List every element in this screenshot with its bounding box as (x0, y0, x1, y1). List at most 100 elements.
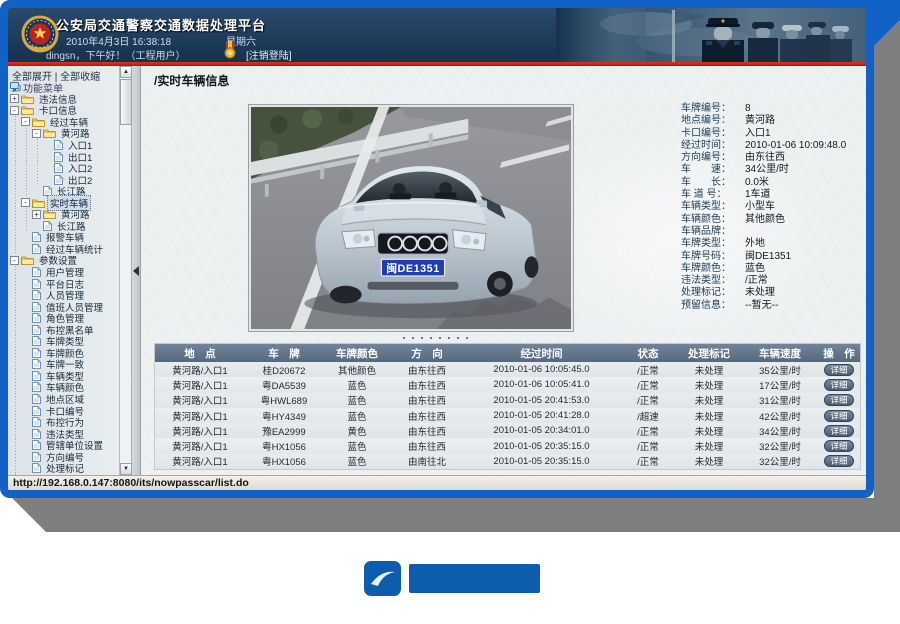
detail-label: 车牌编号： (681, 103, 745, 115)
detail-row: 处理标记：未处理 (681, 287, 869, 299)
detail-row: 车 道 号：1车道 (681, 189, 869, 201)
tree-toggle-icon[interactable]: - (10, 106, 19, 115)
detail-row: 预留信息：--暂无-- (681, 300, 869, 312)
detail-button[interactable]: 详细 (824, 410, 854, 422)
table-header-cell: 地 点 (155, 346, 245, 361)
vehicle-photo-image: 闽DE1351 (251, 107, 571, 329)
table-row: 黄河路/入口1粤HX1056蓝色由东往西2010-01-05 20:35:15.… (155, 438, 860, 453)
table-cell: 由东往西 (391, 409, 463, 423)
tree-indent (10, 139, 21, 151)
table-cell: 32公里/时 (742, 454, 818, 468)
table-header-cell: 处理标记 (676, 346, 742, 361)
table-cell: 34公里/时 (742, 424, 818, 438)
tree-indent (32, 174, 43, 186)
watermark-logo-bar (409, 564, 540, 593)
table-cell: /正常 (620, 393, 676, 407)
table-cell: /超速 (620, 409, 676, 423)
tree-toggle-icon[interactable]: - (21, 198, 30, 207)
main-panel: /实时车辆信息 (141, 66, 866, 475)
sidebar-scrollbar[interactable]: ▲ ▼ (119, 66, 131, 475)
page-icon (32, 452, 41, 462)
detail-button[interactable]: 详细 (824, 440, 854, 452)
tree-indent (10, 463, 21, 475)
logout-link[interactable]: [注销登陆] (246, 47, 292, 62)
tree-item[interactable]: -黄河路 (10, 128, 118, 140)
detail-value: 其他颜色 (745, 214, 785, 226)
table-cell: 粤HY4349 (245, 409, 323, 423)
panel-splitter[interactable] (132, 66, 141, 475)
tree-indent (10, 312, 21, 324)
detail-label: 地点编号： (681, 115, 745, 127)
table-cell: 42公里/时 (742, 409, 818, 423)
detail-button[interactable]: 详细 (824, 379, 854, 391)
collapse-all-link[interactable]: 全部收缩 (60, 72, 100, 83)
detail-row: 车牌颜色：蓝色 (681, 263, 869, 275)
pagination-dots (403, 337, 468, 339)
tree-item[interactable]: 入口2 (10, 162, 118, 174)
table-cell: 粤HWL689 (245, 393, 323, 407)
detail-label: 车 速： (681, 164, 745, 176)
tree-indent (10, 393, 21, 405)
watermark-logo-icon (363, 560, 402, 597)
table-cell: 黄河路/入口1 (155, 454, 245, 468)
scrollbar-thumb[interactable] (120, 79, 132, 125)
detail-value: 小型车 (745, 201, 775, 213)
table-cell: 2010-01-05 20:41:28.0 (463, 410, 620, 421)
page-icon (32, 325, 41, 335)
page-icon (32, 232, 41, 242)
medal-icon (224, 41, 236, 59)
tree-toggle-icon[interactable]: + (10, 94, 19, 103)
table-header-cell: 方 向 (391, 346, 463, 361)
scroll-down-icon[interactable]: ▼ (120, 463, 132, 475)
tree-indent (21, 220, 32, 232)
pagination-dot (430, 337, 432, 339)
scroll-up-icon[interactable]: ▲ (120, 66, 132, 78)
page-icon (32, 302, 41, 312)
tree-indent (21, 151, 32, 163)
page-icon (54, 140, 63, 150)
detail-row: 卡口编号：入口1 (681, 128, 869, 140)
detail-label: 车牌颜色： (681, 263, 745, 275)
detail-button[interactable]: 详细 (824, 425, 854, 437)
table-cell: 由东往西 (391, 378, 463, 392)
tree-toggle-icon[interactable]: - (10, 256, 19, 265)
page-icon (32, 417, 41, 427)
collapse-left-icon[interactable] (133, 266, 139, 276)
table-cell: 31公里/时 (742, 393, 818, 407)
detail-value: 由东往西 (745, 152, 785, 164)
table-cell: 黄河路/入口1 (155, 378, 245, 392)
detail-value: 黄河路 (745, 115, 775, 127)
pagination-dot (421, 337, 423, 339)
table-row: 黄河路/入口1粤HX1056蓝色由南往北2010-01-05 20:35:15.… (155, 454, 860, 469)
table-cell: 由东往西 (391, 393, 463, 407)
table-cell: 未处理 (676, 424, 742, 438)
detail-value: 8 (745, 103, 751, 115)
status-url: http://192.168.0.147:8080/its/nowpasscar… (13, 477, 249, 489)
table-cell: 2010-01-05 20:35:15.0 (463, 441, 620, 452)
detail-row: 车辆颜色：其他颜色 (681, 214, 869, 226)
tree-toggle-icon[interactable]: - (21, 117, 30, 126)
vehicle-detail-panel: 车牌编号：8地点编号：黄河路卡口编号：入口1经过时间：2010-01-06 10… (681, 103, 869, 312)
tree-indent (10, 428, 21, 440)
tree-toggle-icon[interactable]: + (32, 210, 41, 219)
table-cell: 粤HX1056 (245, 439, 323, 453)
sidebar-tree: 全部展开 | 全部收缩 功能菜单 +违法信息-卡口信息-经过车辆-黄河路入口1出… (10, 68, 118, 475)
table-cell: 黄河路/入口1 (155, 439, 245, 453)
table-cell: 蓝色 (323, 378, 391, 392)
table-header-cell: 车辆速度 (742, 346, 818, 361)
table-cell: 由东往西 (391, 424, 463, 438)
tree-item[interactable]: 出口1 (10, 151, 118, 163)
detail-button[interactable]: 详细 (824, 364, 854, 376)
table-cell: 35公里/时 (742, 363, 818, 377)
table-header-cell: 状态 (620, 346, 676, 361)
table-cell: 粤DA5539 (245, 378, 323, 392)
tree-indent (10, 451, 21, 463)
tree-indent (10, 151, 21, 163)
detail-button[interactable]: 详细 (824, 394, 854, 406)
tree-indent (10, 359, 21, 371)
tree-indent (10, 439, 21, 451)
tree-indent (21, 162, 32, 174)
tree-toggle-icon[interactable]: - (32, 129, 41, 138)
detail-button[interactable]: 详细 (824, 455, 854, 467)
table-cell: /正常 (620, 424, 676, 438)
